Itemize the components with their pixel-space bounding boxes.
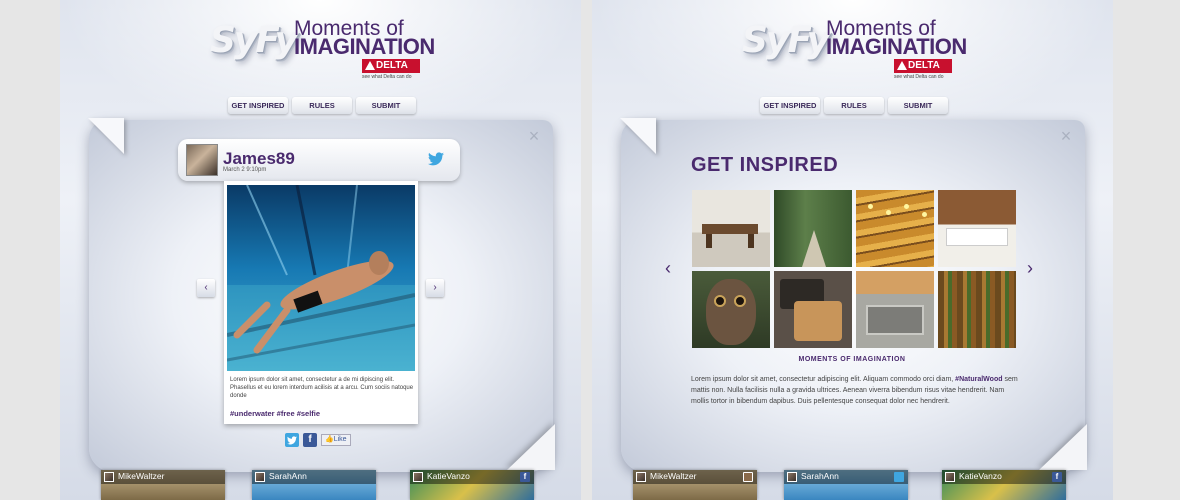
post-date: March 2 9:10pm xyxy=(223,167,267,173)
description-text: Lorem ipsum dolor sit amet, consectetur … xyxy=(691,376,952,383)
thumbnail-card[interactable]: SarahAnn xyxy=(784,470,908,500)
avatar xyxy=(945,472,955,482)
avatar xyxy=(413,472,423,482)
page-curl-bottom-right xyxy=(1039,424,1087,470)
chevron-left-icon[interactable]: ‹ xyxy=(665,259,671,277)
username[interactable]: James89 xyxy=(223,149,295,169)
syfy-logo: SyFy xyxy=(742,20,830,61)
share-bar: f 👍Like xyxy=(285,433,351,447)
title-line2: IMAGINATION xyxy=(826,34,967,59)
next-post-button[interactable]: › xyxy=(426,279,444,297)
avatar xyxy=(636,472,646,482)
chevron-right-icon[interactable]: › xyxy=(1027,259,1033,277)
like-label: Like xyxy=(333,436,347,443)
avatar xyxy=(787,472,797,482)
thumbnail-card[interactable]: MikeWaltzer xyxy=(633,470,757,500)
brand-logo[interactable]: SyFy Moments of IMAGINATION DELTA see wh… xyxy=(210,14,440,84)
gallery-image-wood-slats[interactable] xyxy=(938,271,1016,348)
gallery-image-bedroom[interactable] xyxy=(938,190,1016,267)
thumbnail-username: MikeWaltzer xyxy=(118,471,165,481)
delta-tagline: see what Delta can do xyxy=(362,74,412,80)
page-curl-bottom-right xyxy=(507,424,555,470)
thumbnail-card[interactable]: SarahAnn xyxy=(252,470,376,500)
nav-rules[interactable]: RULES xyxy=(824,97,884,114)
avatar[interactable] xyxy=(186,144,218,176)
post-caption: Lorem ipsum dolor sit amet, consectetur … xyxy=(230,377,414,399)
instagram-icon xyxy=(743,472,753,482)
gallery-image-wood-bench[interactable] xyxy=(692,190,770,267)
post-hashtags[interactable]: #underwater #free #selfie xyxy=(230,409,320,418)
delta-logo: DELTA xyxy=(362,59,420,73)
delta-triangle-icon xyxy=(365,61,375,70)
gallery-caption: MOMENTS OF IMAGINATION xyxy=(798,356,906,363)
delta-tagline: see what Delta can do xyxy=(894,74,944,80)
close-icon[interactable]: × xyxy=(1058,127,1074,145)
avatar xyxy=(255,472,265,482)
thumbnail-card[interactable]: MikeWaltzer xyxy=(101,470,225,500)
nav-submit[interactable]: SUBMIT xyxy=(356,97,416,114)
thumbnail-username: KatieVanzo xyxy=(427,471,470,481)
twitter-icon xyxy=(894,472,904,482)
facebook-like-button[interactable]: 👍Like xyxy=(321,434,351,446)
title-line2: IMAGINATION xyxy=(294,34,435,59)
syfy-logo: SyFy xyxy=(210,20,298,61)
delta-triangle-icon xyxy=(897,61,907,70)
gallery-image-stone-sink[interactable] xyxy=(856,271,934,348)
gallery-image-wood-lights[interactable] xyxy=(856,190,934,267)
thumbnail-username: SarahAnn xyxy=(269,471,307,481)
twitter-bird-icon xyxy=(428,152,444,166)
facebook-share-icon[interactable]: f xyxy=(303,433,317,447)
avatar xyxy=(104,472,114,482)
nav-submit[interactable]: SUBMIT xyxy=(888,97,948,114)
inspiration-gallery xyxy=(692,190,1016,348)
page-curl-top-left xyxy=(88,118,124,154)
post-photo[interactable] xyxy=(227,185,415,371)
screen-get-inspired: SyFy Moments of IMAGINATION DELTA see wh… xyxy=(592,0,1113,500)
thumbnail-username: KatieVanzo xyxy=(959,471,1002,481)
screen-post-detail: SyFy Moments of IMAGINATION DELTA see wh… xyxy=(60,0,581,500)
thumbnail-card[interactable]: KatieVanzo f xyxy=(410,470,534,500)
brand-logo[interactable]: SyFy Moments of IMAGINATION DELTA see wh… xyxy=(742,14,972,84)
thumbs-up-icon: 👍 xyxy=(325,436,334,443)
facebook-icon: f xyxy=(520,472,530,482)
thumbnail-card[interactable]: KatieVanzo f xyxy=(942,470,1066,500)
gallery-description: Lorem ipsum dolor sit amet, consectetur … xyxy=(691,376,1018,405)
gallery-image-forest-path[interactable] xyxy=(774,190,852,267)
hashtag-link[interactable]: #NaturalWood xyxy=(955,376,1002,383)
page-curl-top-left xyxy=(620,118,656,154)
nav-rules[interactable]: RULES xyxy=(292,97,352,114)
nav-get-inspired[interactable]: GET INSPIRED xyxy=(760,97,820,114)
main-nav: GET INSPIRED RULES SUBMIT xyxy=(760,97,948,114)
delta-logo: DELTA xyxy=(894,59,952,73)
delta-label: DELTA xyxy=(908,60,940,71)
page-title: GET INSPIRED xyxy=(691,154,839,176)
twitter-share-icon[interactable] xyxy=(285,433,299,447)
gallery-image-owl[interactable] xyxy=(692,271,770,348)
thumbnail-username: SarahAnn xyxy=(801,471,839,481)
main-nav: GET INSPIRED RULES SUBMIT xyxy=(228,97,416,114)
prev-post-button[interactable]: ‹ xyxy=(197,279,215,297)
delta-label: DELTA xyxy=(376,60,408,71)
gallery-image-wood-phone[interactable] xyxy=(774,271,852,348)
post-card[interactable]: Lorem ipsum dolor sit amet, consectetur … xyxy=(224,181,418,424)
tweet-header: James89 March 2 9:10pm xyxy=(178,139,460,181)
thumbnail-username: MikeWaltzer xyxy=(650,471,697,481)
close-icon[interactable]: × xyxy=(526,127,542,145)
nav-get-inspired[interactable]: GET INSPIRED xyxy=(228,97,288,114)
facebook-icon: f xyxy=(1052,472,1062,482)
